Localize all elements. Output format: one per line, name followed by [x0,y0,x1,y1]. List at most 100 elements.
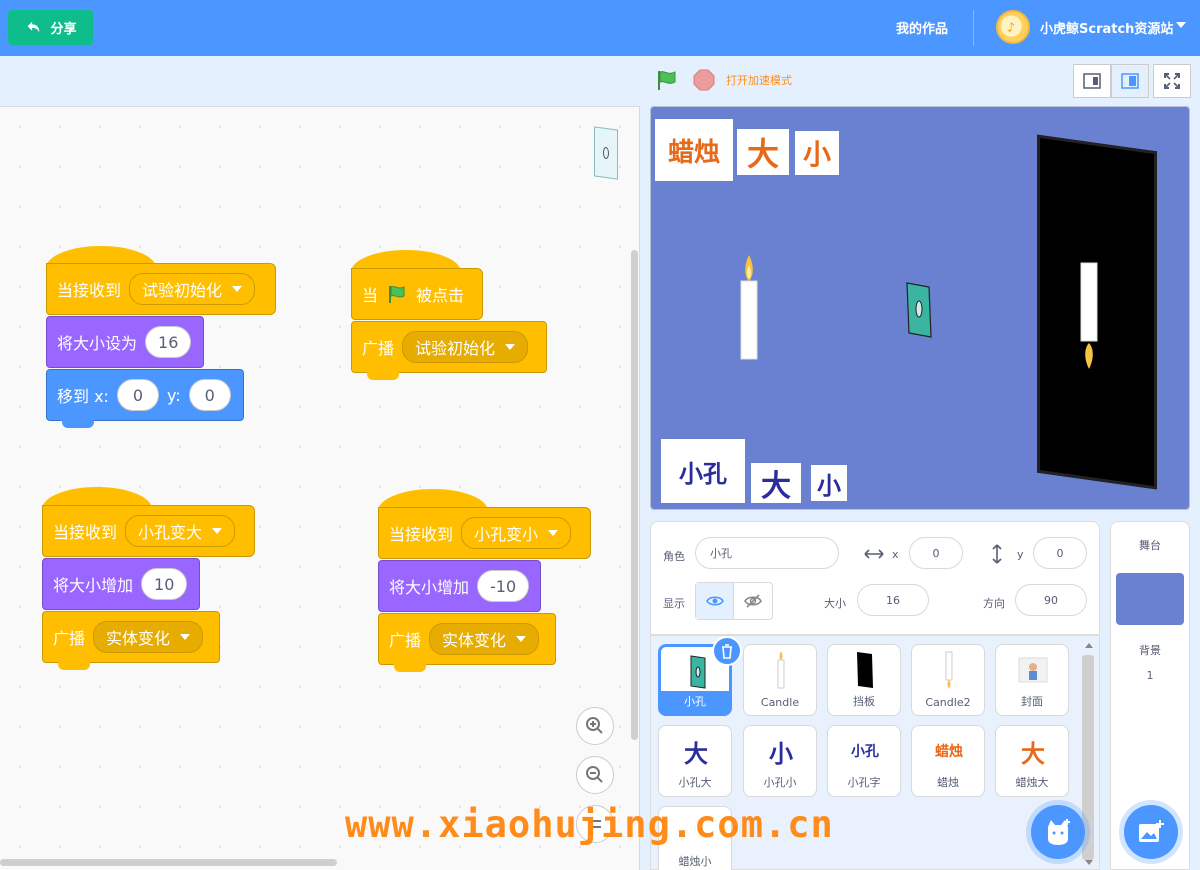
eye-off-icon [744,594,762,608]
zoom-out-button[interactable] [576,756,614,794]
sprite-name: 小孔 [661,691,729,713]
sprite-name: 蜡烛小 [678,855,712,868]
zoom-in-button[interactable] [576,707,614,745]
broadcast-block[interactable]: 广播 试验初始化 [351,321,547,373]
avatar[interactable]: ♪ [996,10,1030,44]
message-dropdown[interactable]: 试验初始化 [129,273,256,305]
block-label: 当 [362,286,379,305]
when-receive-block[interactable]: 当接收到 试验初始化 [46,263,276,315]
fullscreen-icon [1164,73,1180,89]
show-button[interactable] [696,583,734,619]
broadcast-block[interactable]: 广播 实体变化 [378,613,556,665]
stop-button[interactable] [693,69,715,91]
sprite-name: 小孔小 [763,776,797,789]
change-size-block[interactable]: 将大小增加 10 [42,558,200,610]
share-button[interactable]: 分享 [8,10,93,45]
when-receive-block[interactable]: 当接收到 小孔变大 [42,505,255,557]
size-input[interactable]: 16 [857,584,929,616]
y-input[interactable]: 0 [188,379,231,411]
when-flag-clicked-block[interactable]: 当 被点击 [351,268,483,320]
my-works-link[interactable]: 我的作品 [896,18,948,37]
sprite-tile-cover[interactable]: 封面 [995,644,1069,716]
size-change-input[interactable]: 10 [141,568,188,600]
sprite-tile-hole-small[interactable]: 小 小孔小 [743,725,817,797]
size-change-input[interactable]: -10 [477,570,530,602]
horizontal-scrollbar[interactable] [0,859,337,866]
message-dropdown[interactable]: 小孔变小 [461,517,572,549]
image-add-icon [1139,820,1164,842]
message-dropdown[interactable]: 小孔变大 [125,515,236,547]
account-name[interactable]: 小虎鲸Scratch资源站 [1040,18,1173,37]
broadcast-block[interactable]: 广播 实体变化 [42,611,220,663]
fullscreen-button[interactable] [1153,64,1191,98]
backdrop-count: 1 [1146,669,1154,682]
scroll-down-icon[interactable] [1085,860,1093,865]
current-sprite-preview [594,126,618,180]
x-input[interactable]: 0 [116,379,159,411]
sprite-thumbnail [761,650,801,690]
chevron-down-icon[interactable] [1176,22,1186,28]
message-dropdown[interactable]: 实体变化 [93,621,204,653]
block-notch [394,664,426,672]
sprite-name: Candle [760,696,800,709]
block-label: 广播 [53,629,86,648]
sprite-tile-candle2[interactable]: Candle2 [911,644,985,716]
small-stage-button[interactable] [1073,64,1111,98]
svg-text:♪: ♪ [1007,20,1015,34]
sprite-tile-board[interactable]: 挡板 [827,644,901,716]
sprite-name: 小孔字 [847,776,881,789]
sprite-tile-candle-big[interactable]: 大 蜡烛大 [995,725,1069,797]
sprite-tile-candle[interactable]: Candle [743,644,817,716]
sprite-tile-hole-word[interactable]: 小孔 小孔字 [827,725,901,797]
sprite-tile-candle-word[interactable]: 蜡烛 蜡烛 [911,725,985,797]
zoom-out-icon [586,766,603,783]
normal-stage-button[interactable] [1111,64,1149,98]
cover-icon [1018,657,1048,683]
add-backdrop-button[interactable] [1124,805,1178,859]
stage-thumbnail[interactable] [1116,573,1184,625]
block-label: 将大小设为 [57,334,138,353]
scroll-up-icon[interactable] [1085,643,1093,648]
y-input[interactable]: 0 [1033,537,1087,569]
message-dropdown[interactable]: 实体变化 [429,623,540,655]
sprite-thumbnail: 小孔 [851,744,879,760]
delete-sprite-button[interactable] [712,636,742,666]
green-flag-icon [389,286,405,303]
when-receive-block[interactable]: 当接收到 小孔变小 [378,507,591,559]
vertical-scrollbar[interactable] [631,250,638,740]
stage-title: 舞台 [1139,539,1161,552]
size-input[interactable]: 16 [145,326,192,358]
hole-icon [603,146,609,160]
green-flag-button[interactable] [655,68,679,92]
eye-icon [705,596,724,606]
block-label: 将大小增加 [53,576,134,595]
dropdown-value: 实体变化 [106,629,171,648]
block-label: 将大小增加 [389,578,470,597]
backdrop-label: 背景 [1139,644,1161,657]
sprite-tile-hole-big[interactable]: 大 小孔大 [658,725,732,797]
candle-sprite [740,255,758,360]
sprite-label: 角色 [663,550,685,563]
size-label: 大小 [824,597,846,610]
dropdown-value: 试验初始化 [142,281,223,300]
direction-input[interactable]: 90 [1015,584,1087,616]
turbo-mode-button[interactable]: 打开加速模式 [726,72,792,88]
x-input[interactable]: 0 [909,537,963,569]
board-icon [857,652,873,688]
menu-bar: 分享 我的作品 ♪ 小虎鲸Scratch资源站 [0,0,1200,56]
caret-down-icon [180,634,191,640]
horizontal-arrows-icon [864,549,884,559]
dropdown-value: 试验初始化 [415,339,496,358]
message-dropdown[interactable]: 试验初始化 [402,331,529,363]
block-notch [62,420,94,428]
stage-canvas[interactable]: 蜡烛 大 小 小孔 大 小 [650,106,1190,510]
sprite-name-input[interactable]: 小孔 [695,537,839,569]
hide-button[interactable] [734,583,772,619]
change-size-block[interactable]: 将大小增加 -10 [378,560,541,612]
block-label: 移到 x: [57,387,109,406]
set-size-block[interactable]: 将大小设为 16 [46,316,204,368]
add-sprite-button[interactable] [1031,805,1085,859]
goto-xy-block[interactable]: 移到 x: 0 y: 0 [46,369,244,421]
sprite-thumbnail [845,650,885,690]
sprite-name: 挡板 [853,695,875,708]
